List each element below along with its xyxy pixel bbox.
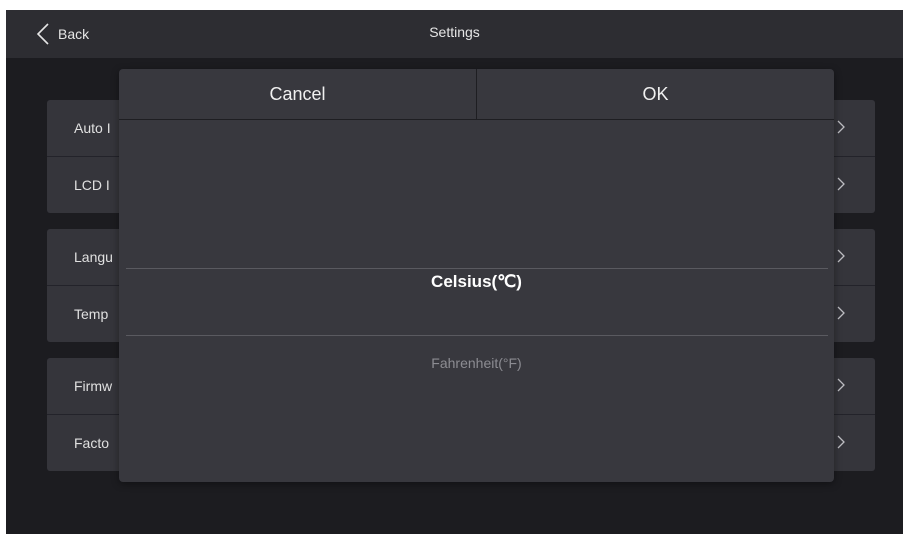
chevron-right-icon [837,249,845,268]
settings-row-label: Temp [74,306,109,322]
chevron-right-icon [837,378,845,397]
page-title: Settings [429,24,480,40]
top-bar: Back Settings [6,10,903,58]
chevron-right-icon [837,306,845,325]
unit-picker-dialog: Cancel OK Celsius(℃) Fahrenheit(°F) [119,69,834,482]
dialog-header: Cancel OK [119,69,834,120]
chevron-right-icon [837,435,845,454]
ok-button[interactable]: OK [477,69,834,119]
settings-row-label: Facto [74,435,110,451]
settings-screen: Back Settings Auto I LCD I Langu Temp Fi… [6,10,903,534]
chevron-right-icon [837,177,845,196]
settings-row-label: Langu [74,249,113,265]
picker-option[interactable]: Fahrenheit(°F) [119,355,834,371]
settings-row-label: Auto I [74,120,111,136]
cancel-button[interactable]: Cancel [119,69,477,119]
picker-selection-top-line [126,268,828,269]
settings-row-label: LCD I [74,177,110,193]
settings-row-label: Firmw [74,378,113,394]
chevron-right-icon [837,120,845,139]
picker-wheel[interactable]: Celsius(℃) Fahrenheit(°F) [119,120,834,482]
picker-selection-bottom-line [126,335,828,336]
picker-option-selected[interactable]: Celsius(℃) [119,272,834,292]
